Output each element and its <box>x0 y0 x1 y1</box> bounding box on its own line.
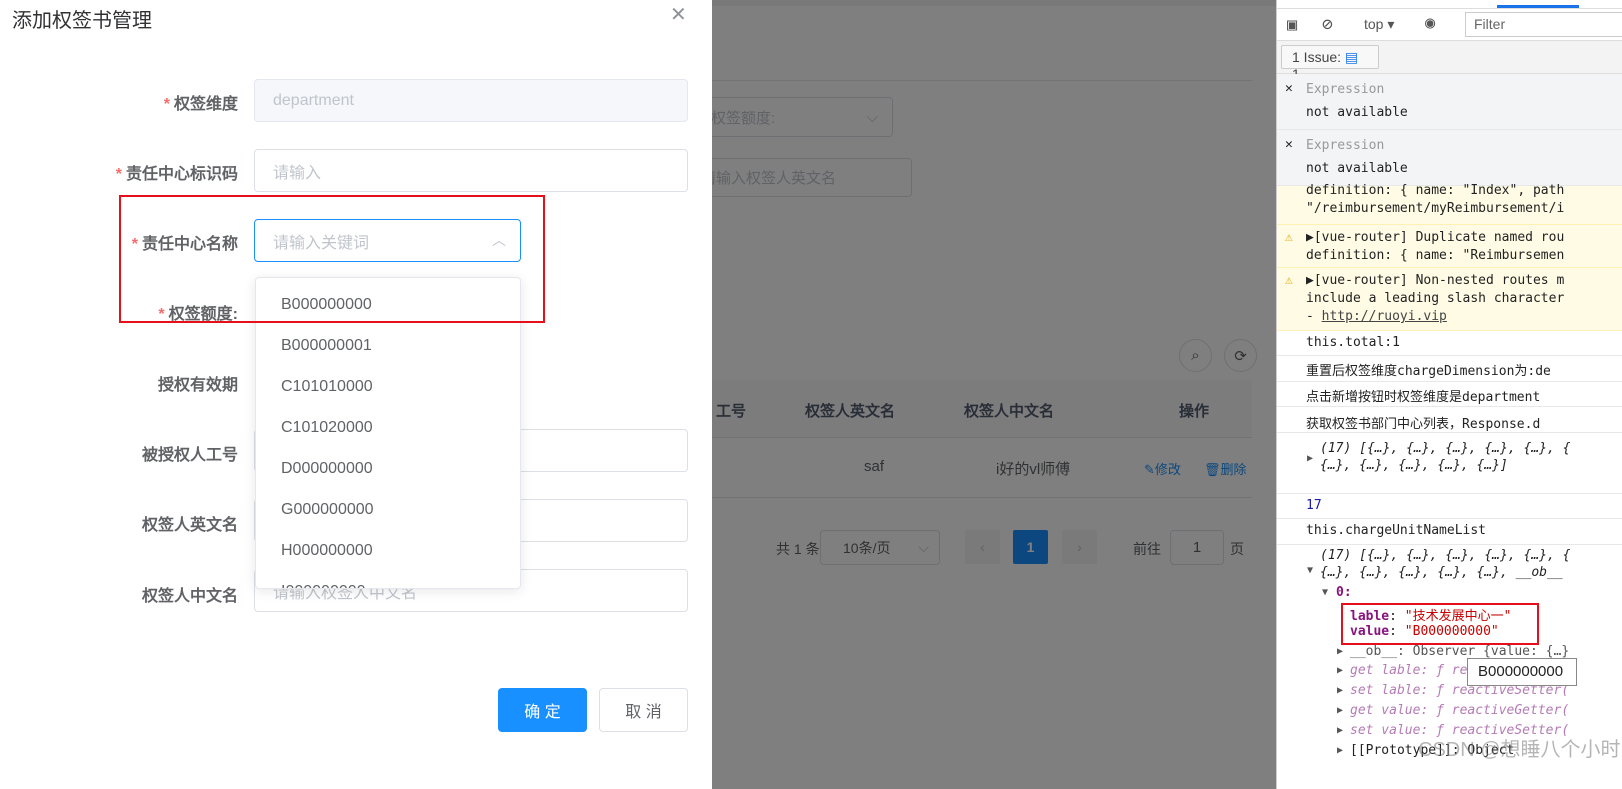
console-log: 重置后权签维度chargeDimension为:de <box>1277 356 1622 382</box>
field-label: * 权签维度 <box>163 96 238 113</box>
console-log: this.total:1 <box>1277 331 1622 356</box>
console-warning[interactable]: ⚠ ▶[vue-router] Duplicate named rou defi… <box>1277 225 1622 268</box>
close-icon[interactable]: ✕ <box>1285 81 1293 96</box>
close-icon[interactable]: ✕ <box>670 2 687 27</box>
divider <box>1277 8 1622 9</box>
cancel-button[interactable]: 取 消 <box>599 688 688 732</box>
clear-console-icon[interactable]: ⊘ <box>1322 14 1333 35</box>
sidebar-toggle-icon[interactable]: ▣ <box>1287 15 1297 35</box>
field-label: 权签人中文名 <box>141 588 238 605</box>
console-log: this.chargeUnitNameList <box>1277 519 1622 545</box>
dropdown-option[interactable]: I000000000 <box>256 571 520 588</box>
warning-icon: ⚠ <box>1285 273 1293 288</box>
field-label: 权签人英文名 <box>141 517 238 534</box>
collapse-icon[interactable]: ▼ <box>1307 565 1313 576</box>
dialog-title: 添加权签书管理 <box>12 10 152 32</box>
watermark: CSDN @想睡八个小时 <box>1418 739 1621 761</box>
dropdown-option[interactable]: G000000000 <box>256 489 520 530</box>
field-label: 授权有效期 <box>157 377 238 394</box>
close-icon[interactable]: ✕ <box>1285 137 1293 152</box>
context-select[interactable]: top ▾ <box>1364 16 1394 33</box>
issues-button[interactable]: 1 Issue: ▤ 1 <box>1281 45 1379 82</box>
field-label: 被授权人工号 <box>141 447 238 464</box>
filter-input[interactable]: Filter <box>1465 12 1622 37</box>
ruoyi-link[interactable]: http://ruoyi.vip <box>1322 309 1447 324</box>
add-dialog: 添加权签书管理 ✕ * 权签维度 department * 责任中心标识码 请输入 … <box>0 0 712 789</box>
dropdown-option[interactable]: B000000001 <box>256 325 520 366</box>
dropdown-option[interactable]: D000000000 <box>256 448 520 489</box>
console-log-array[interactable]: ▶ (17) [{…}, {…}, {…}, {…}, {…}, { {…}, … <box>1277 433 1622 494</box>
center-name-dropdown: B000000000 B000000001 C101010000 C101020… <box>255 277 521 589</box>
dimension-field[interactable]: department <box>254 79 688 122</box>
message-icon: ▤ <box>1344 49 1359 65</box>
tooltip: B000000000 <box>1467 658 1577 686</box>
watch-expression: ✕ Expression not available <box>1277 130 1622 186</box>
field-label: * 责任中心标识码 <box>115 166 238 183</box>
dropdown-option[interactable]: C101010000 <box>256 366 520 407</box>
warning-icon: ⚠ <box>1285 230 1293 245</box>
expand-icon: ▶ <box>1307 453 1314 464</box>
dropdown-option[interactable]: H000000000 <box>256 530 520 571</box>
console-warning[interactable]: ⚠ ▶[vue-router] Non-nested routes m incl… <box>1277 268 1622 331</box>
watch-expression: ✕ Expression not available <box>1277 74 1622 130</box>
console-log: 点击新增按钮时权签维度是department <box>1277 382 1622 407</box>
console-warning: definition: { name: "Index", path "/reim… <box>1277 183 1622 225</box>
devtools-panel: ▣ ⊘ top ▾ ◉ Filter 1 Issue: ▤ 1 ✕ Expres… <box>1276 0 1622 789</box>
console-log: 获取权签书部门中心列表，Response.d <box>1277 407 1622 433</box>
eye-icon[interactable]: ◉ <box>1425 13 1435 33</box>
confirm-button[interactable]: 确 定 <box>498 688 587 732</box>
console-log: 17 <box>1277 494 1622 519</box>
highlight-box <box>119 195 545 323</box>
center-code-input[interactable]: 请输入 <box>254 149 688 192</box>
dropdown-option[interactable]: C101020000 <box>256 407 520 448</box>
